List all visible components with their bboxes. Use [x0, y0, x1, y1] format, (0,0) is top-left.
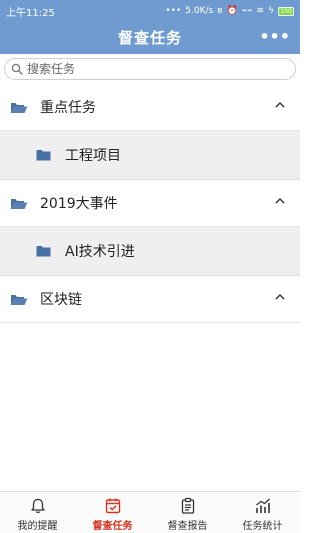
search-bar: [0, 54, 300, 84]
tab-supervision-tasks[interactable]: 督查任务: [75, 492, 150, 533]
clipboard-icon: [181, 497, 194, 514]
child-row-ai-tech[interactable]: AI技术引进: [0, 227, 300, 276]
status-time: 上午11:25: [6, 7, 55, 19]
folder-icon: [36, 246, 51, 257]
group-label: 区块链: [40, 292, 82, 308]
net-speed: 5.0K/s: [185, 6, 214, 16]
wifi-icon: ≋: [256, 6, 265, 16]
signal-icon: ⌁⌁: [241, 6, 253, 16]
charging-icon: ϟ: [268, 6, 274, 16]
status-bar: 上午11:25 ••• 5.0K/s ʙ ⏰ ⌁⌁ ≋ ϟ 100: [0, 0, 300, 22]
chevron-up-icon[interactable]: [274, 100, 286, 109]
group-row-2019-events[interactable]: 2019大事件: [0, 180, 300, 227]
bottom-tab-bar: 我的提醒 督查任务 督查报告 任务统计: [0, 491, 300, 533]
tab-label: 任务统计: [242, 521, 283, 532]
chevron-up-icon[interactable]: [274, 196, 286, 205]
header-bar: 督查任务 •••: [0, 22, 300, 54]
status-icons: ••• 5.0K/s ʙ ⏰ ⌁⌁ ≋ ϟ 100: [165, 6, 294, 16]
more-menu-button[interactable]: •••: [259, 22, 290, 54]
search-box[interactable]: [4, 58, 296, 80]
task-tree: 重点任务 工程项目 2019大事件 AI技术引进 区块链: [0, 84, 300, 323]
tab-label: 督查任务: [92, 521, 133, 532]
group-label: 2019大事件: [40, 196, 118, 212]
battery-icon: 100: [278, 6, 294, 16]
task-calendar-icon: [105, 498, 120, 514]
tab-label: 督查报告: [167, 521, 208, 532]
search-icon: [11, 63, 23, 75]
more-dots-icon: •••: [165, 6, 182, 16]
folder-open-icon: [10, 102, 28, 113]
folder-icon: [36, 150, 51, 161]
child-row-engineering-project[interactable]: 工程项目: [0, 131, 300, 180]
search-input[interactable]: [27, 62, 267, 76]
folder-open-icon: [10, 294, 28, 305]
group-row-key-tasks[interactable]: 重点任务: [0, 84, 300, 131]
tab-label: 我的提醒: [17, 521, 58, 532]
chevron-up-icon[interactable]: [274, 292, 286, 301]
folder-open-icon: [10, 198, 28, 209]
child-label: 工程项目: [65, 148, 121, 164]
tab-supervision-reports[interactable]: 督查报告: [150, 492, 225, 533]
alarm-icon: ⏰: [226, 6, 238, 16]
group-label: 重点任务: [40, 100, 96, 116]
bluetooth-icon: ʙ: [217, 6, 223, 16]
chart-icon: [255, 498, 270, 513]
group-row-blockchain[interactable]: 区块链: [0, 276, 300, 323]
tab-my-reminders[interactable]: 我的提醒: [0, 492, 75, 533]
tab-task-statistics[interactable]: 任务统计: [225, 492, 300, 533]
page-title: 督查任务: [117, 29, 182, 47]
bell-icon: [30, 498, 45, 513]
child-label: AI技术引进: [65, 244, 135, 260]
